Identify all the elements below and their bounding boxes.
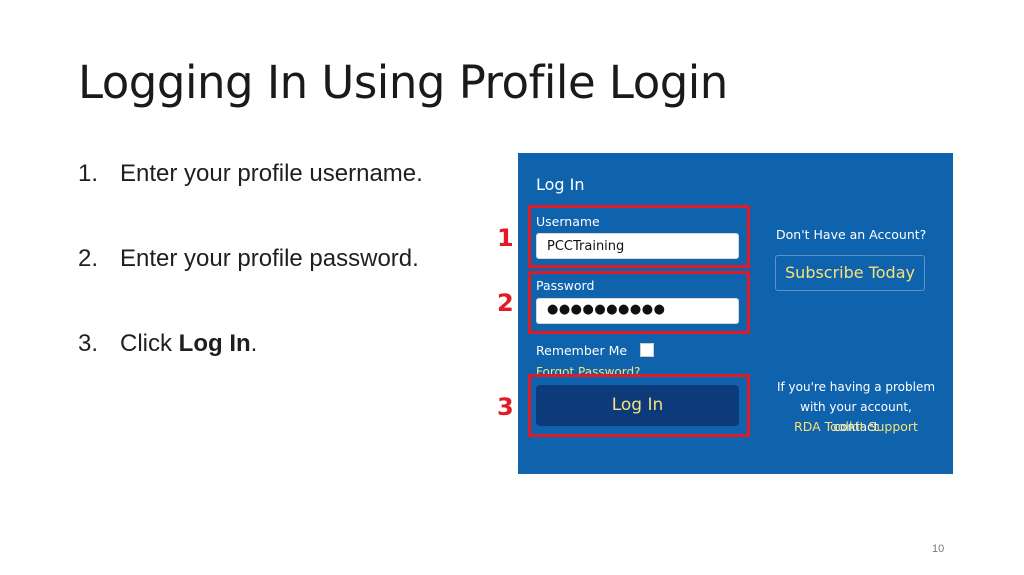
support-link[interactable]: RDA Toolkit Support: [776, 418, 936, 435]
callout-box-login: [528, 374, 750, 437]
step-number: 3.: [78, 330, 99, 357]
step-3: 3. Click Log In.: [78, 330, 257, 358]
remember-me-checkbox[interactable]: [640, 343, 654, 357]
callout-number-2: 2: [497, 289, 514, 317]
step-2: 2. Enter your profile password.: [78, 245, 419, 273]
subscribe-button[interactable]: Subscribe Today: [775, 255, 925, 291]
callout-box-username: [528, 205, 750, 268]
step-text-bold: Log In: [178, 330, 251, 357]
step-text: Enter your profile username.: [120, 160, 423, 187]
no-account-text: Don't Have an Account?: [776, 227, 927, 242]
login-heading: Log In: [536, 175, 585, 194]
step-number: 2.: [78, 245, 99, 272]
callout-number-3: 3: [497, 393, 514, 421]
slide-title: Logging In Using Profile Login: [78, 56, 728, 109]
remember-me-label: Remember Me: [536, 343, 628, 358]
step-text: Click: [120, 330, 179, 357]
step-text: Enter your profile password.: [120, 245, 419, 272]
callout-box-password: [528, 271, 750, 334]
callout-number-1: 1: [497, 224, 514, 252]
step-1: 1. Enter your profile username.: [78, 160, 423, 188]
forgot-password-link[interactable]: Forgot Password?: [536, 365, 640, 374]
page-number: 10: [932, 543, 945, 555]
step-text-suffix: .: [250, 330, 258, 357]
step-number: 1.: [78, 160, 99, 187]
